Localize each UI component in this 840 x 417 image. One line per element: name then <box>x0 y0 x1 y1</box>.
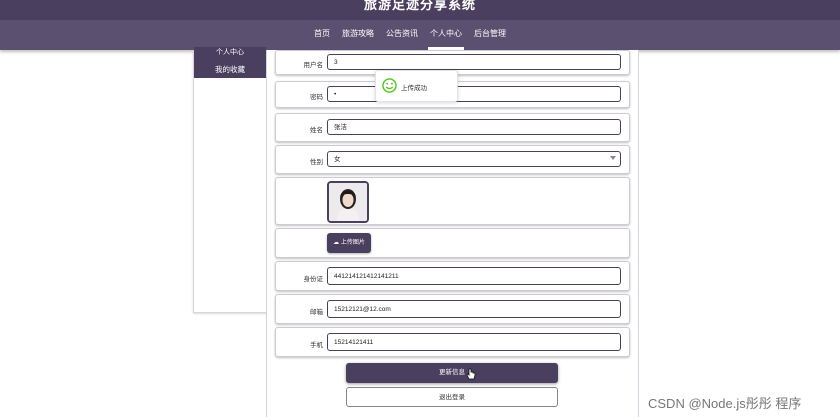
idcard-row: 身份证 441214121412141211 <box>275 261 630 291</box>
top-header: 旅游足迹分享系统 <box>0 0 840 20</box>
phone-input[interactable]: 15214121411 <box>327 333 621 351</box>
sidebar-item-favorites[interactable]: 我的收藏 <box>194 61 266 78</box>
idcard-input[interactable]: 441214121412141211 <box>327 267 621 285</box>
watermark: CSDN @Node.js彤彤 程序 <box>648 396 802 411</box>
username-label: 用户名 <box>303 62 324 69</box>
name-row: 姓名 张洁 <box>275 113 630 142</box>
name-input[interactable]: 张洁 <box>327 119 621 135</box>
hand-cursor-icon <box>466 368 476 380</box>
nav-item-admin[interactable]: 后台管理 <box>468 20 512 50</box>
gender-select[interactable]: 女 <box>327 151 621 167</box>
upload-image-button[interactable]: ☁ 上传图片 <box>327 233 371 253</box>
password-input[interactable]: • <box>327 86 621 102</box>
avatar-image <box>327 181 369 223</box>
nav-item-news[interactable]: 公告资讯 <box>380 20 424 50</box>
avatar-row <box>275 177 630 225</box>
site-title: 旅游足迹分享系统 <box>363 0 476 12</box>
upload-row: ☁ 上传图片 <box>275 228 630 258</box>
chevron-down-icon <box>610 156 616 160</box>
email-row: 邮箱 15212121@12.com <box>275 294 630 324</box>
success-toast: 上传成功 <box>375 70 458 102</box>
username-input[interactable]: 3 <box>327 54 621 70</box>
main-nav: 首页 旅游攻略 公告资讯 个人中心 后台管理 <box>0 20 840 50</box>
password-label: 密码 <box>310 94 323 101</box>
nav-item-guides[interactable]: 旅游攻略 <box>336 20 380 50</box>
sidebar-item-profile[interactable]: 个人中心 <box>194 47 266 61</box>
gender-row: 性别 女 <box>275 145 630 174</box>
name-label: 姓名 <box>310 127 323 134</box>
smile-icon <box>382 78 397 93</box>
nav-item-home[interactable]: 首页 <box>308 20 336 50</box>
gender-label: 性别 <box>310 159 323 166</box>
gender-value: 女 <box>334 156 341 163</box>
toast-message: 上传成功 <box>401 85 427 92</box>
sidebar: 个人中心 我的收藏 <box>193 47 267 313</box>
nav-items: 首页 旅游攻略 公告资讯 个人中心 后台管理 <box>308 20 512 50</box>
upload-button-label: 上传图片 <box>340 240 365 246</box>
phone-label: 手机 <box>310 342 323 349</box>
update-info-button[interactable]: 更新信息 <box>346 363 558 383</box>
idcard-label: 身份证 <box>303 276 324 283</box>
nav-item-profile[interactable]: 个人中心 <box>424 20 468 50</box>
phone-row: 手机 15214121411 <box>275 327 630 357</box>
logout-button[interactable]: 退出登录 <box>346 387 558 407</box>
email-label: 邮箱 <box>310 309 323 316</box>
email-input[interactable]: 15212121@12.com <box>327 300 621 318</box>
cloud-upload-icon: ☁ <box>333 240 340 246</box>
